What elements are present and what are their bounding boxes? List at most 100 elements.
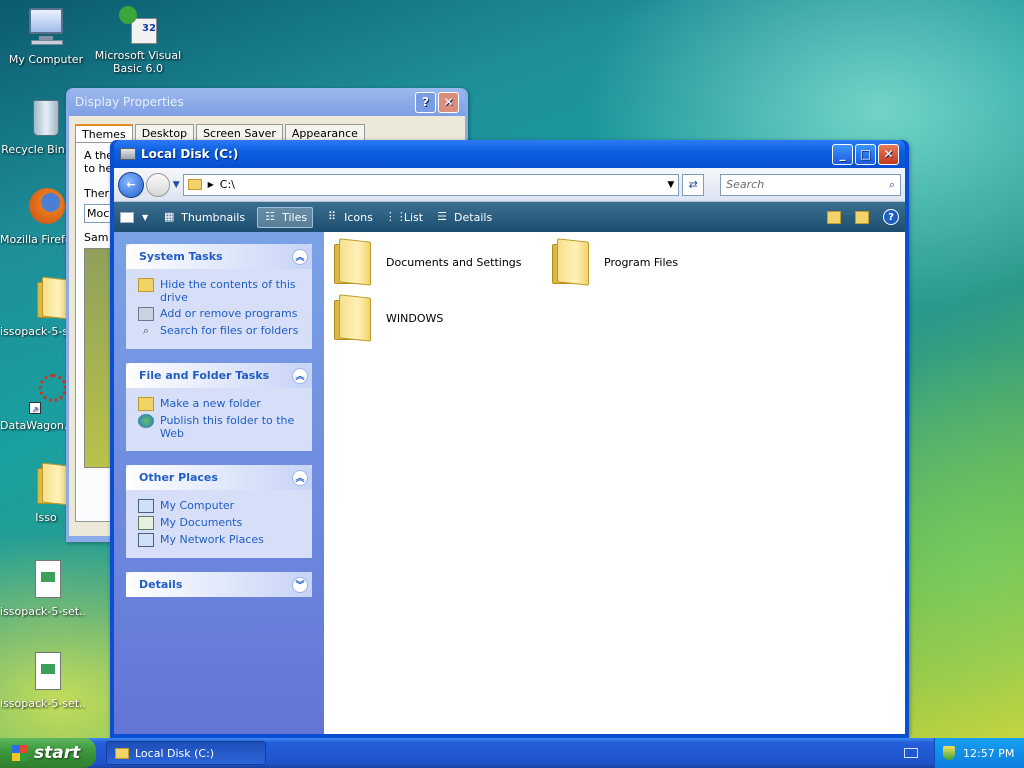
address-bar[interactable]: ▶ C:\ ▼ xyxy=(182,173,680,196)
folder-options-icon[interactable] xyxy=(855,210,869,224)
search-icon: ⌕ xyxy=(142,324,150,337)
task-pane: System Tasks ︽ Hide the contents of this … xyxy=(114,232,324,734)
firefox-icon xyxy=(25,186,67,230)
details-panel: Details ︾ xyxy=(126,572,312,597)
refresh-icon: ⇄ xyxy=(688,178,698,191)
windows-logo-icon xyxy=(12,745,28,761)
search-icon: ⌕ xyxy=(888,177,895,191)
breadcrumb-arrow-icon: ▶ xyxy=(207,180,214,189)
history-dropdown-icon[interactable]: ▼ xyxy=(173,180,180,190)
start-button[interactable]: start xyxy=(0,738,96,768)
hide-contents-icon xyxy=(138,278,154,292)
other-places-panel: Other Places ︽ My Computer My Documents M… xyxy=(126,465,312,558)
hide-contents-link[interactable]: Hide the contents of this drive xyxy=(138,278,302,304)
my-network-places-link[interactable]: My Network Places xyxy=(138,533,302,547)
file-view[interactable]: Documents and Settings Program Files WIN… xyxy=(324,232,905,734)
tiles-icon: ☷ xyxy=(265,210,276,223)
navigation-bar: ← ▼ ▶ C:\ ▼ ⇄ Search ⌕ xyxy=(114,168,905,202)
search-box[interactable]: Search ⌕ xyxy=(720,173,901,196)
details-icon: ☰ xyxy=(437,210,447,223)
file-folder-tasks-panel: File and Folder Tasks ︽ Make a new folder… xyxy=(126,363,312,451)
my-documents-link[interactable]: My Documents xyxy=(138,516,302,530)
file-folder-tasks-header[interactable]: File and Folder Tasks ︽ xyxy=(126,363,312,388)
taskbar: start Local Disk (C:) 12:57 PM xyxy=(0,738,1024,768)
folder-icon xyxy=(334,238,372,286)
make-new-folder-link[interactable]: Make a new folder xyxy=(138,397,302,411)
folder-item-program-files[interactable]: Program Files xyxy=(552,238,678,286)
keyboard-icon[interactable] xyxy=(904,748,918,758)
clock[interactable]: 12:57 PM xyxy=(963,747,1014,760)
recycle-bin-icon xyxy=(25,96,67,140)
datawagon-icon: ↗ xyxy=(25,372,67,416)
views-button[interactable]: ▼ xyxy=(120,211,149,223)
drive-icon xyxy=(120,148,136,160)
icons-button[interactable]: ⠿ Icons xyxy=(325,211,373,224)
folder-icon xyxy=(334,294,372,342)
view-icon xyxy=(120,211,134,223)
desktop-icon-issopack-doc-1[interactable]: issopack-5-set... xyxy=(0,558,92,618)
security-shield-icon[interactable] xyxy=(943,746,955,760)
search-files-link[interactable]: ⌕ Search for files or folders xyxy=(138,324,302,338)
folder-small-icon xyxy=(115,747,129,759)
help-icon[interactable]: ? xyxy=(883,209,899,225)
view-toolbar: ▼ ▦ Thumbnails ☷ Tiles ⠿ Icons ⋮⋮ List ☰ Deta… xyxy=(114,202,905,232)
programs-icon xyxy=(138,307,154,321)
window-title: Display Properties xyxy=(75,95,184,109)
taskbar-button-local-disk[interactable]: Local Disk (C:) xyxy=(106,741,266,765)
window-title: Local Disk (C:) xyxy=(141,147,239,161)
folder-item-documents-and-settings[interactable]: Documents and Settings xyxy=(334,238,522,286)
thumbnails-icon: ▦ xyxy=(163,210,175,223)
minimize-button[interactable]: _ xyxy=(832,143,853,165)
system-tray: 12:57 PM xyxy=(934,738,1024,768)
collapse-icon[interactable]: ︽ xyxy=(292,367,308,384)
address-text: C:\ xyxy=(219,178,235,191)
system-tasks-panel: System Tasks ︽ Hide the contents of this … xyxy=(126,244,312,349)
my-documents-icon xyxy=(138,516,154,530)
chevron-down-icon: ▼ xyxy=(142,212,149,222)
forward-button[interactable] xyxy=(145,172,170,197)
expand-icon[interactable]: ︾ xyxy=(292,576,308,593)
document-icon xyxy=(25,650,67,694)
desktop-icon-visual-basic[interactable]: 32 Microsoft Visual Basic 6.0 xyxy=(92,2,184,75)
search-input[interactable]: Search xyxy=(726,178,764,191)
back-arrow-icon: ← xyxy=(126,178,136,191)
document-icon xyxy=(25,558,67,602)
display-properties-titlebar[interactable]: Display Properties ? ✕ xyxy=(69,88,465,116)
tiles-button[interactable]: ☷ Tiles xyxy=(257,206,314,228)
icons-view-icon: ⠿ xyxy=(328,210,337,223)
other-places-header[interactable]: Other Places ︽ xyxy=(126,465,312,490)
system-tasks-header[interactable]: System Tasks ︽ xyxy=(126,244,312,269)
address-dropdown-icon[interactable]: ▼ xyxy=(667,180,674,190)
thumbnails-button[interactable]: ▦ Thumbnails xyxy=(162,211,245,224)
visual-basic-icon: 32 xyxy=(117,2,159,46)
new-folder-icon xyxy=(138,397,154,411)
globe-icon xyxy=(138,414,154,428)
explorer-titlebar[interactable]: Local Disk (C:) _ □ ✕ xyxy=(114,140,905,168)
network-icon xyxy=(138,533,154,547)
my-computer-icon xyxy=(25,6,67,50)
publish-to-web-link[interactable]: Publish this folder to the Web xyxy=(138,414,302,440)
folder-small-icon xyxy=(187,179,202,190)
my-computer-link[interactable]: My Computer xyxy=(138,499,302,513)
help-button[interactable]: ? xyxy=(415,91,436,113)
my-computer-icon xyxy=(138,499,154,513)
folder-icon xyxy=(25,276,69,322)
list-button[interactable]: ⋮⋮ List xyxy=(385,211,423,224)
desktop-icon-issopack-doc-2[interactable]: issopack-5-set... xyxy=(0,650,92,710)
zip-folder-icon xyxy=(25,462,69,508)
maximize-button[interactable]: □ xyxy=(855,143,876,165)
folder-item-windows[interactable]: WINDOWS xyxy=(334,294,443,342)
collapse-icon[interactable]: ︽ xyxy=(292,248,308,265)
new-folder-icon[interactable] xyxy=(827,210,841,224)
collapse-icon[interactable]: ︽ xyxy=(292,469,308,486)
details-header[interactable]: Details ︾ xyxy=(126,572,312,597)
back-button[interactable]: ← xyxy=(118,171,144,198)
desktop-icon-my-computer[interactable]: My Computer xyxy=(0,6,92,66)
refresh-button[interactable]: ⇄ xyxy=(682,173,705,196)
close-button[interactable]: ✕ xyxy=(878,143,899,165)
folder-icon xyxy=(552,238,590,286)
close-button[interactable]: ✕ xyxy=(438,91,459,113)
add-remove-programs-link[interactable]: Add or remove programs xyxy=(138,307,302,321)
details-button[interactable]: ☰ Details xyxy=(435,211,492,224)
explorer-window[interactable]: Local Disk (C:) _ □ ✕ ← ▼ ▶ C:\ ▼ ⇄ Sear… xyxy=(110,140,909,738)
